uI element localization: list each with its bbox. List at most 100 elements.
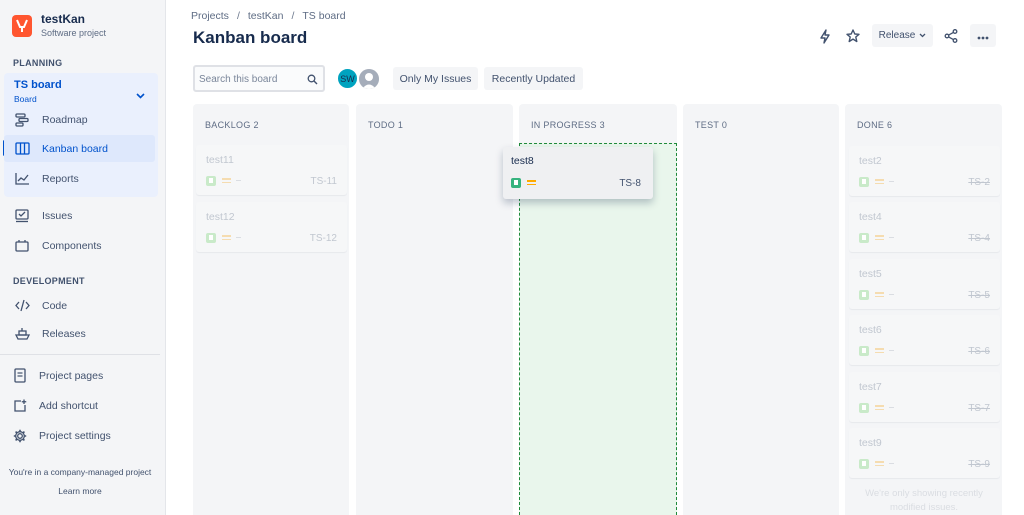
lightning-icon[interactable] xyxy=(814,26,836,46)
card-key: TS-7 xyxy=(968,403,990,414)
release-button[interactable]: Release xyxy=(872,24,933,47)
dash-icon xyxy=(889,407,894,408)
priority-medium-icon xyxy=(875,405,884,412)
card-key: TS-9 xyxy=(968,459,990,470)
sidebar-item-label: Reports xyxy=(42,172,79,185)
story-icon xyxy=(859,233,869,243)
issue-card[interactable]: test11 TS-11 xyxy=(196,145,347,195)
card-title: test8 xyxy=(511,155,534,167)
card-title: test2 xyxy=(859,155,882,167)
add-shortcut-icon xyxy=(12,398,28,414)
sidebar-item-add-shortcut[interactable]: Add shortcut xyxy=(4,392,155,419)
story-icon xyxy=(859,290,869,300)
column-header: BACKLOG 2 xyxy=(205,120,259,130)
priority-medium-icon xyxy=(875,235,884,242)
column-header: TODO 1 xyxy=(368,120,403,130)
search-input[interactable] xyxy=(199,70,299,88)
sidebar-item-components[interactable]: Components xyxy=(4,232,155,259)
code-icon xyxy=(14,298,30,314)
card-title: test5 xyxy=(859,268,882,280)
column-count: 6 xyxy=(887,120,893,130)
card-key: TS-11 xyxy=(310,176,338,187)
column-test: TEST 0 xyxy=(683,104,839,515)
recently-updated-button[interactable]: Recently Updated xyxy=(484,67,583,90)
story-icon xyxy=(859,459,869,469)
priority-medium-icon xyxy=(222,235,231,242)
sidebar-item-code[interactable]: Code xyxy=(4,292,155,319)
breadcrumb-project[interactable]: testKan xyxy=(248,10,284,22)
board-title: TS board xyxy=(14,79,62,91)
roadmap-icon xyxy=(14,112,30,128)
column-count: 0 xyxy=(721,120,728,130)
share-icon[interactable] xyxy=(940,26,962,46)
sidebar-item-project-settings[interactable]: Project settings xyxy=(4,422,155,449)
card-key: TS-4 xyxy=(968,233,990,244)
page-title: Kanban board xyxy=(193,28,308,47)
sidebar-item-reports[interactable]: Reports xyxy=(4,165,155,192)
dash-icon xyxy=(236,180,241,181)
learn-more-link[interactable]: Learn more xyxy=(0,486,160,496)
issue-card[interactable]: test7 TS-7 xyxy=(849,372,1000,422)
sidebar-item-kanban-board[interactable]: Kanban board xyxy=(4,135,155,162)
sidebar-item-label: Project pages xyxy=(39,369,104,382)
breadcrumb-separator: / xyxy=(236,10,240,22)
more-icon xyxy=(977,27,989,45)
board-search xyxy=(193,65,325,92)
issue-card[interactable]: test9 TS-9 xyxy=(849,428,1000,478)
chevron-down-icon[interactable] xyxy=(136,86,153,104)
breadcrumb-separator: / xyxy=(291,10,295,22)
column-name: IN PROGRESS xyxy=(531,120,597,130)
star-icon[interactable] xyxy=(842,26,864,46)
column-name: DONE xyxy=(857,120,885,130)
avatar[interactable]: SW xyxy=(336,67,359,90)
dash-icon xyxy=(889,350,894,351)
priority-medium-icon xyxy=(875,348,884,355)
user-avatar-icon[interactable] xyxy=(357,67,381,91)
column-count: 2 xyxy=(253,120,259,130)
priority-medium-icon xyxy=(875,461,884,468)
sidebar-item-releases[interactable]: Releases xyxy=(4,320,155,347)
sidebar-item-issues[interactable]: Issues xyxy=(4,202,155,229)
issue-card[interactable]: test4 TS-4 xyxy=(849,202,1000,252)
priority-medium-icon xyxy=(875,292,884,299)
sidebar-item-project-pages[interactable]: Project pages xyxy=(4,362,155,389)
column-count: 3 xyxy=(599,120,605,130)
chevron-down-icon xyxy=(919,30,926,41)
development-heading: DEVELOPMENT xyxy=(13,276,85,286)
board-columns-icon xyxy=(14,141,30,157)
breadcrumb: Projects / testKan / TS board xyxy=(191,10,346,22)
issue-card[interactable]: test12 TS-12 xyxy=(196,202,347,252)
sidebar-item-label: Code xyxy=(42,299,68,312)
dash-icon xyxy=(889,463,894,464)
column-name: TEST xyxy=(695,120,720,130)
sidebar-item-roadmap[interactable]: Roadmap xyxy=(4,106,155,133)
story-icon xyxy=(859,177,869,187)
project-name: testKan xyxy=(41,12,86,26)
dash-icon xyxy=(236,237,241,238)
breadcrumb-board[interactable]: TS board xyxy=(302,10,345,22)
column-header: TEST 0 xyxy=(695,120,727,130)
story-icon xyxy=(859,346,869,356)
project-header[interactable]: testKan Software project xyxy=(12,12,106,39)
card-title: test7 xyxy=(859,381,882,393)
column-name: TODO xyxy=(368,120,396,130)
more-actions-button[interactable] xyxy=(970,24,996,47)
story-icon xyxy=(859,403,869,413)
chart-line-icon xyxy=(14,171,30,187)
dragging-issue-card[interactable]: test8 TS-8 xyxy=(503,147,653,199)
card-key: TS-6 xyxy=(968,346,990,357)
story-icon xyxy=(206,233,216,243)
card-title: test9 xyxy=(859,437,882,449)
board-selector[interactable]: TS board Board xyxy=(14,79,62,105)
priority-medium-icon xyxy=(222,178,231,185)
card-key: TS-8 xyxy=(619,178,641,189)
card-title: test12 xyxy=(206,211,235,223)
sidebar: testKan Software project PLANNING TS boa… xyxy=(0,0,166,515)
breadcrumb-projects[interactable]: Projects xyxy=(191,10,229,22)
issue-card[interactable]: test5 TS-5 xyxy=(849,259,1000,309)
company-managed-note: You're in a company-managed project xyxy=(8,467,152,477)
issue-card[interactable]: test2 TS-2 xyxy=(849,146,1000,196)
issue-card[interactable]: test6 TS-6 xyxy=(849,315,1000,365)
only-my-issues-button[interactable]: Only My Issues xyxy=(393,67,478,90)
recent-issues-note: We're only showing recently modified iss… xyxy=(865,488,983,513)
